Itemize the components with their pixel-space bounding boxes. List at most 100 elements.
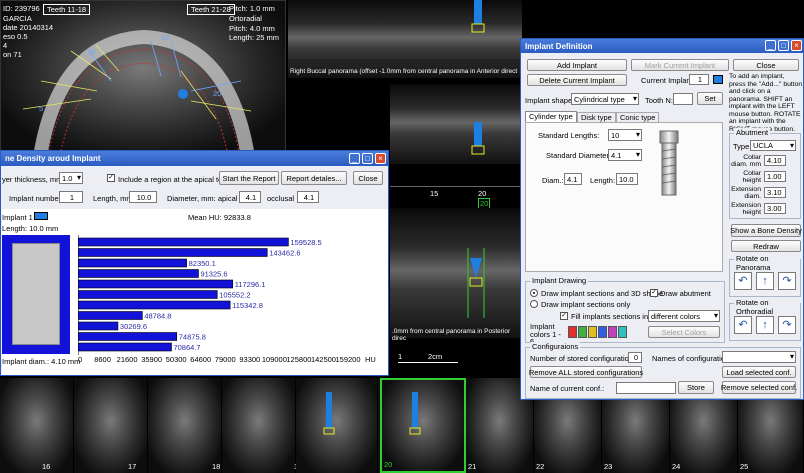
implant-color-swatches bbox=[568, 326, 627, 338]
rotate-cw-icon[interactable]: ↷ bbox=[778, 316, 796, 334]
occlusal-label: occlusal bbox=[267, 194, 295, 203]
instructions-text: To add an implant, press the "Add..." bu… bbox=[729, 73, 803, 133]
x-tick-label: 21600 bbox=[117, 355, 138, 364]
close-button[interactable]: Close bbox=[733, 59, 799, 71]
strip-cell-19[interactable]: 19 bbox=[222, 378, 302, 473]
axial-label-20: 20 bbox=[213, 89, 222, 98]
draw-sections-3d-radio[interactable] bbox=[530, 289, 538, 297]
bar-value-label: 74875.8 bbox=[179, 333, 206, 342]
draw-sections-only-label: Draw implant sections only bbox=[541, 300, 631, 309]
maximize-button[interactable]: □ bbox=[362, 153, 373, 164]
close-button[interactable]: Close bbox=[353, 171, 383, 185]
implant-color-swatch-5[interactable] bbox=[608, 326, 617, 338]
implant-color-swatch-3[interactable] bbox=[588, 326, 597, 338]
strip-cell-20[interactable]: 20 bbox=[380, 378, 466, 473]
patient-date: date 20140314 bbox=[3, 23, 54, 32]
std-lengths-select[interactable]: 10 bbox=[608, 129, 642, 141]
strip-cell-16[interactable]: 16 bbox=[0, 378, 74, 473]
axial-view[interactable]: ID: 239796 GARCIA date 20140314 eso 0.5 … bbox=[0, 0, 286, 153]
tooth-number-field[interactable] bbox=[673, 93, 693, 105]
move-up-icon[interactable]: ↑ bbox=[756, 316, 774, 334]
config-names-select[interactable] bbox=[722, 351, 796, 363]
implant-shape-select[interactable]: Cylindrical type bbox=[571, 93, 639, 105]
bar-value-label: 159528.5 bbox=[290, 238, 321, 247]
panorama-buccal[interactable]: Right Buccal panorama (offset -1.0mm fro… bbox=[288, 0, 522, 78]
remove-all-configs-button[interactable]: Remove ALL stored configurations bbox=[529, 366, 643, 378]
bone-density-titlebar[interactable]: ne Density aroud Implant bbox=[1, 151, 388, 166]
select-colors-button[interactable]: Select Colors bbox=[648, 326, 720, 338]
bar-value-label: 117296.1 bbox=[235, 280, 266, 289]
implant-number-field[interactable]: 1 bbox=[59, 191, 83, 203]
minimize-button[interactable]: _ bbox=[349, 153, 360, 164]
rotate-cw-icon[interactable]: ↷ bbox=[778, 272, 796, 290]
draw-abutment-checkbox[interactable]: ✓ bbox=[650, 289, 658, 297]
implant-color-swatch-6[interactable] bbox=[618, 326, 627, 338]
fill-sections-checkbox[interactable]: ✓ bbox=[560, 312, 568, 320]
teeth-21-28-tab[interactable]: Teeth 21-28 bbox=[187, 4, 235, 15]
scale-label-1: 1 bbox=[398, 352, 403, 361]
maximize-button[interactable]: □ bbox=[778, 40, 789, 51]
tab-conic-type[interactable]: Conic type bbox=[616, 112, 660, 122]
implant-3d-preview bbox=[659, 130, 679, 196]
move-up-icon[interactable]: ↑ bbox=[756, 272, 774, 290]
ext-diam-field[interactable]: 3.10 bbox=[764, 187, 786, 198]
mark-current-implant-button[interactable]: Mark Current Implant bbox=[631, 59, 729, 71]
tab-cylinder-type[interactable]: Cylinder type bbox=[525, 111, 577, 122]
report-details-button[interactable]: Report detales... bbox=[281, 171, 347, 185]
implant-diam: Implant diam.: 4.10 mm bbox=[2, 357, 81, 366]
set-button[interactable]: Set bbox=[697, 92, 723, 105]
implant-color-swatch-2[interactable] bbox=[578, 326, 587, 338]
patient-line5: on 71 bbox=[3, 50, 22, 59]
load-selected-conf-button[interactable]: Load selected conf. bbox=[722, 366, 796, 378]
strip-implant-icon bbox=[323, 392, 335, 435]
ruler-label-20: 20 bbox=[478, 189, 487, 198]
add-implant-button[interactable]: Add Implant bbox=[527, 59, 627, 71]
panorama3-overlay bbox=[467, 248, 485, 318]
density-bar bbox=[78, 300, 231, 310]
strip-number: 21 bbox=[468, 462, 477, 471]
teeth-11-18-tab[interactable]: Teeth 11-18 bbox=[43, 4, 91, 15]
close-window-button[interactable]: × bbox=[791, 40, 802, 51]
remove-selected-conf-button[interactable]: Remove selected conf. bbox=[721, 381, 797, 394]
show-bone-density-button[interactable]: Show a Bone Density bbox=[730, 224, 802, 237]
length-field[interactable]: 10.0 bbox=[616, 173, 638, 185]
length-field[interactable]: 10.0 bbox=[129, 191, 157, 203]
bar-value-label: 70864.7 bbox=[173, 343, 200, 352]
std-diameters-select[interactable]: 4.1 bbox=[608, 149, 642, 161]
rotate-ccw-icon[interactable]: ↶ bbox=[734, 272, 752, 290]
panorama-posterior[interactable]: .0mm from central panorama in Posterior … bbox=[390, 208, 522, 342]
current-implant-field[interactable]: 1 bbox=[689, 74, 709, 85]
bone-density-title: ne Density aroud Implant bbox=[5, 154, 101, 163]
strip-cell-17[interactable]: 17 bbox=[74, 378, 148, 473]
strip-cell-18[interactable]: 18 bbox=[148, 378, 222, 473]
ortoradial-info: Ortoradial bbox=[229, 14, 262, 23]
fill-mode-select[interactable]: different colors bbox=[648, 310, 720, 322]
redraw-button[interactable]: Redraw bbox=[731, 240, 801, 252]
diameter-occlusal-field[interactable]: 4.1 bbox=[297, 191, 319, 203]
ext-diam-label: Extension diam. bbox=[731, 186, 761, 200]
density-bar bbox=[78, 342, 172, 352]
implant-def-titlebar[interactable]: Implant Definition bbox=[521, 39, 803, 53]
tab-disk-type[interactable]: Disk type bbox=[577, 112, 616, 122]
ext-height-field[interactable]: 3.00 bbox=[764, 203, 786, 214]
draw-sections-only-radio[interactable] bbox=[530, 300, 538, 308]
implant-color-swatch-4[interactable] bbox=[598, 326, 607, 338]
strip-cell-19b[interactable] bbox=[296, 378, 378, 473]
diam-field[interactable]: 4.1 bbox=[564, 173, 582, 185]
layer-thickness-select[interactable]: 1.0 bbox=[59, 172, 83, 184]
diameter-apical-field[interactable]: 4.1 bbox=[239, 191, 261, 203]
current-conf-name-field[interactable] bbox=[616, 382, 676, 394]
delete-current-implant-button[interactable]: Delete Current Implant bbox=[527, 74, 627, 86]
panorama-central[interactable] bbox=[390, 84, 522, 164]
collar-height-field[interactable]: 1.00 bbox=[764, 171, 786, 182]
store-button[interactable]: Store bbox=[678, 381, 714, 394]
start-report-button[interactable]: Start the Report bbox=[219, 171, 279, 185]
rotate-ccw-icon[interactable]: ↶ bbox=[734, 316, 752, 334]
close-window-button[interactable]: × bbox=[375, 153, 386, 164]
collar-diam-field[interactable]: 4.10 bbox=[764, 155, 786, 166]
bar-value-label: 91325.6 bbox=[200, 270, 227, 279]
abutment-type-select[interactable]: UCLA bbox=[750, 140, 796, 151]
include-apical-checkbox[interactable]: ✓ bbox=[107, 174, 115, 182]
implant-color-swatch-1[interactable] bbox=[568, 326, 577, 338]
minimize-button[interactable]: _ bbox=[765, 40, 776, 51]
